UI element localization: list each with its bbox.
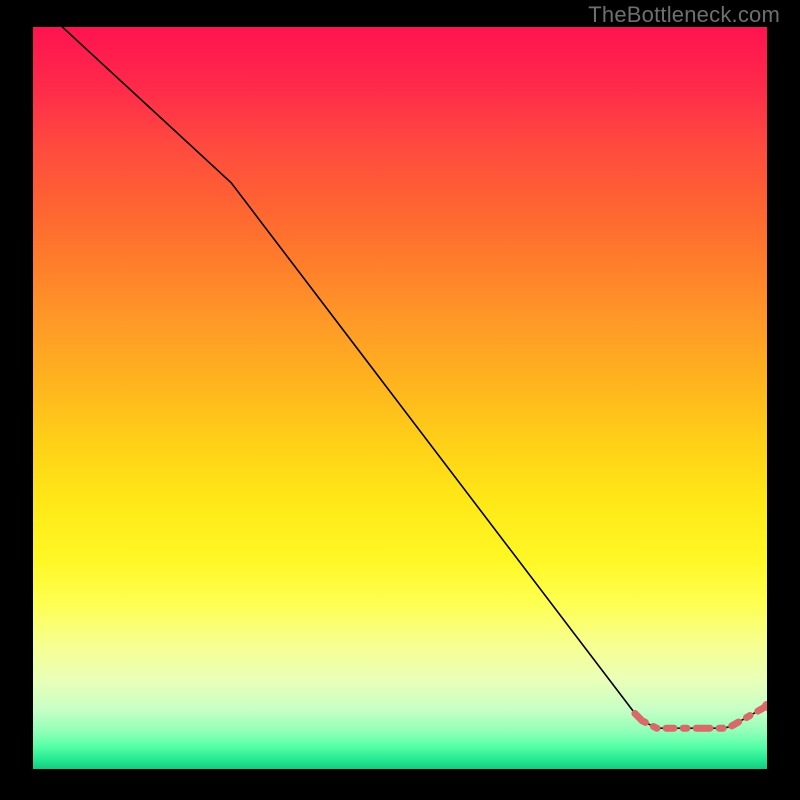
chart-overlay [33, 27, 767, 769]
valley-highlight [635, 706, 767, 728]
main-curve-path [62, 27, 767, 728]
main-curve [62, 27, 767, 728]
chart-frame: TheBottleneck.com [0, 0, 800, 800]
valley-highlight-path [635, 706, 767, 728]
watermark-text: TheBottleneck.com [588, 2, 780, 28]
